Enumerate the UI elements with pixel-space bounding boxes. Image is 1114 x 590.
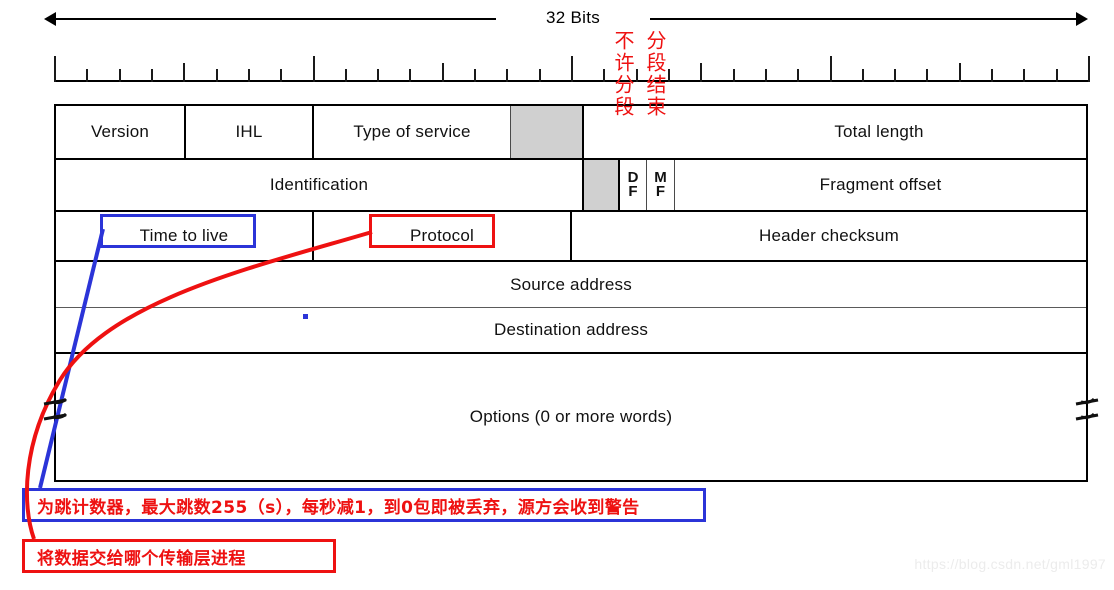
ruler-tick (958, 63, 961, 82)
protocol-callout-box (369, 214, 495, 248)
ruler-tick (312, 56, 315, 82)
ruler-tick (118, 69, 121, 82)
cell-type-of-service: Type of service (312, 106, 510, 158)
ruler-tick (86, 69, 89, 82)
ruler-tick (54, 56, 56, 82)
ruler-tick (183, 63, 186, 82)
ruler-tick (861, 69, 864, 82)
ruler-tick (506, 69, 509, 82)
cell-flag-mf: MF (646, 160, 674, 210)
cell-row2-reserved-shaded (582, 160, 618, 210)
ruler-tick (474, 69, 477, 82)
ruler-tick (344, 69, 347, 82)
ruler-tick (377, 69, 380, 82)
ruler-tick (603, 69, 606, 82)
table-row: Options (0 or more words) (56, 354, 1086, 480)
table-row: Destination address (56, 308, 1086, 354)
ruler-tick (215, 69, 218, 82)
protocol-note: 将数据交给哪个传输层进程 (22, 539, 336, 573)
watermark: https://blog.csdn.net/gml1997 (914, 556, 1106, 572)
ruler-tick (991, 69, 994, 82)
ip-header-table: Version IHL Type of service Total length… (54, 104, 1088, 482)
cell-flag-df: DF (618, 160, 646, 210)
ruler-tick (150, 69, 153, 82)
cell-total-length: Total length (834, 122, 924, 141)
ruler-tick (409, 69, 412, 82)
arrow-line-left (54, 18, 496, 20)
ttl-callout-box (100, 214, 256, 248)
ttl-note: 为跳计数器，最大跳数255（s），每秒减1，到0包即被丢弃，源方会收到警告 (22, 488, 706, 522)
table-row: Identification DF MF Fragment offset (56, 160, 1086, 212)
ruler-tick (894, 69, 897, 82)
df-annotation: 不许分段 (611, 30, 635, 118)
cell-header-checksum: Header checksum (570, 212, 1086, 260)
cell-fragment-offset: Fragment offset (674, 160, 1086, 210)
ruler-tick (1055, 69, 1058, 82)
ruler-tick (571, 56, 573, 82)
flag-df-text: DF (627, 169, 639, 200)
cell-destination-address: Destination address (493, 320, 649, 339)
cell-version: Version (90, 122, 150, 141)
ruler-tick (538, 69, 541, 82)
ruler-tick (280, 69, 283, 82)
ruler-tick (829, 56, 832, 82)
ruler-tick (1088, 56, 1090, 82)
cell-source-address: Source address (510, 274, 632, 294)
ruler-tick (926, 69, 929, 82)
ruler-tick (441, 63, 444, 82)
width-indicator: 32 Bits (44, 8, 1088, 30)
mf-annotation: 分段结束 (643, 30, 667, 118)
flag-mf-text: MF (654, 169, 667, 200)
ruler-tick (1023, 69, 1026, 82)
table-row: Version IHL Type of service Total length (56, 106, 1086, 160)
ruler-tick (764, 69, 767, 82)
cell-options: Options (0 or more words) (469, 407, 673, 426)
cell-ihl: IHL (184, 106, 312, 158)
cell-row1-reserved-shaded (510, 106, 582, 158)
arrow-head-right-icon (1076, 12, 1088, 26)
ruler-tick (797, 69, 800, 82)
cell-identification: Identification (269, 175, 369, 194)
bit-ruler (54, 56, 1090, 82)
ruler-tick (247, 69, 250, 82)
ip-header-diagram: 32 Bits Version IHL Type of service Tota… (0, 0, 1114, 590)
arrow-line-right (650, 18, 1080, 20)
table-row: Source address (56, 262, 1086, 308)
ruler-tick (732, 69, 735, 82)
ruler-tick (667, 69, 670, 82)
bits-label: 32 Bits (545, 8, 601, 27)
ruler-tick (700, 63, 703, 82)
